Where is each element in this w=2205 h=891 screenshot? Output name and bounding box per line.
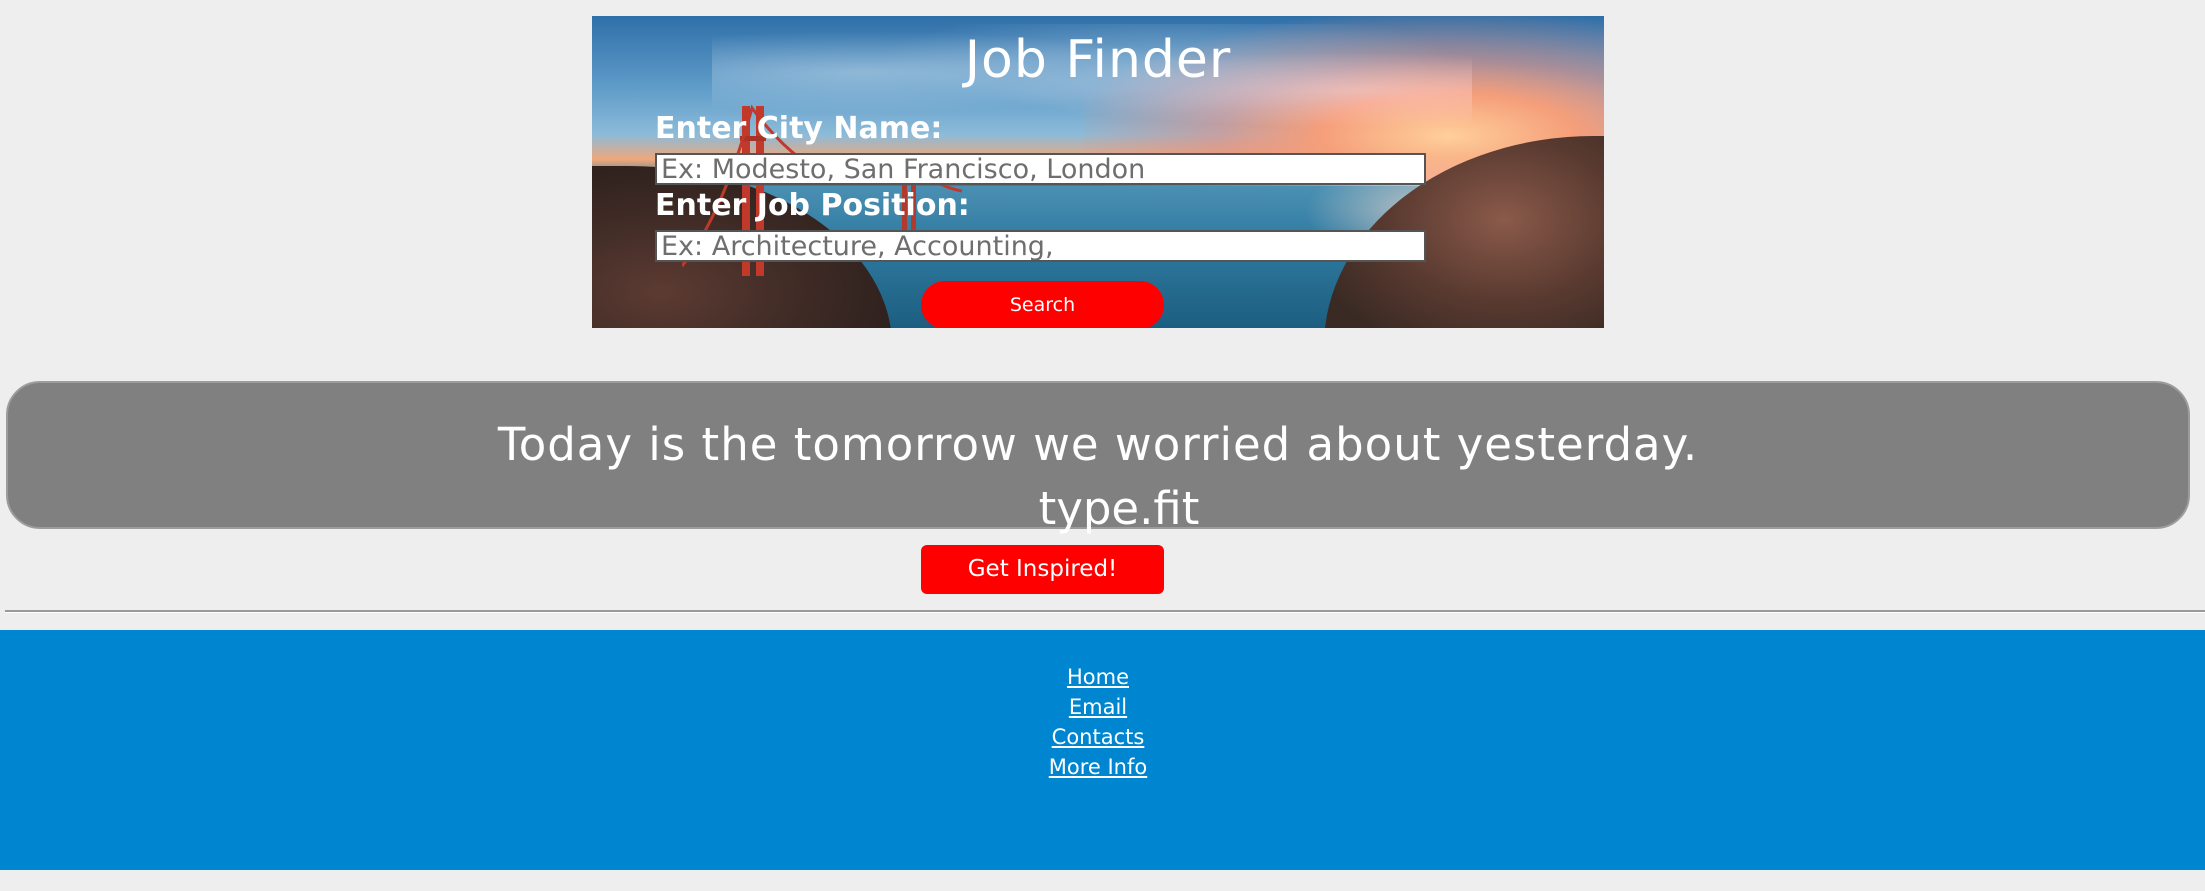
quote-author: type.fit bbox=[1038, 482, 1200, 535]
job-position-input[interactable] bbox=[655, 230, 1426, 262]
quote-text: Today is the tomorrow we worried about y… bbox=[497, 418, 1699, 471]
footer-link-email[interactable]: Email bbox=[1069, 695, 1127, 719]
footer: Home Email Contacts More Info bbox=[0, 630, 2205, 870]
footer-link-contacts[interactable]: Contacts bbox=[1052, 725, 1145, 749]
get-inspired-button[interactable]: Get Inspired! bbox=[921, 545, 1164, 594]
footer-nav: Home Email Contacts More Info bbox=[0, 662, 2196, 782]
search-button[interactable]: Search bbox=[921, 281, 1164, 328]
page-title: Job Finder bbox=[964, 30, 1232, 90]
job-search-hero: Job Finder Enter City Name: Enter Job Po… bbox=[592, 16, 1604, 328]
footer-nav-item-more-info: More Info bbox=[0, 752, 2196, 782]
footer-link-home[interactable]: Home bbox=[1067, 665, 1129, 689]
job-position-label: Enter Job Position: bbox=[655, 188, 970, 223]
footer-link-more-info[interactable]: More Info bbox=[1049, 755, 1147, 779]
city-name-label: Enter City Name: bbox=[655, 111, 943, 146]
footer-nav-item-contacts: Contacts bbox=[0, 722, 2196, 752]
footer-nav-item-email: Email bbox=[0, 692, 2196, 722]
page: Job Finder Enter City Name: Enter Job Po… bbox=[0, 0, 2205, 891]
horizontal-divider bbox=[5, 610, 2205, 613]
quote-box: Today is the tomorrow we worried about y… bbox=[6, 381, 2190, 535]
city-name-input[interactable] bbox=[655, 153, 1426, 185]
footer-nav-item-home: Home bbox=[0, 662, 2196, 692]
